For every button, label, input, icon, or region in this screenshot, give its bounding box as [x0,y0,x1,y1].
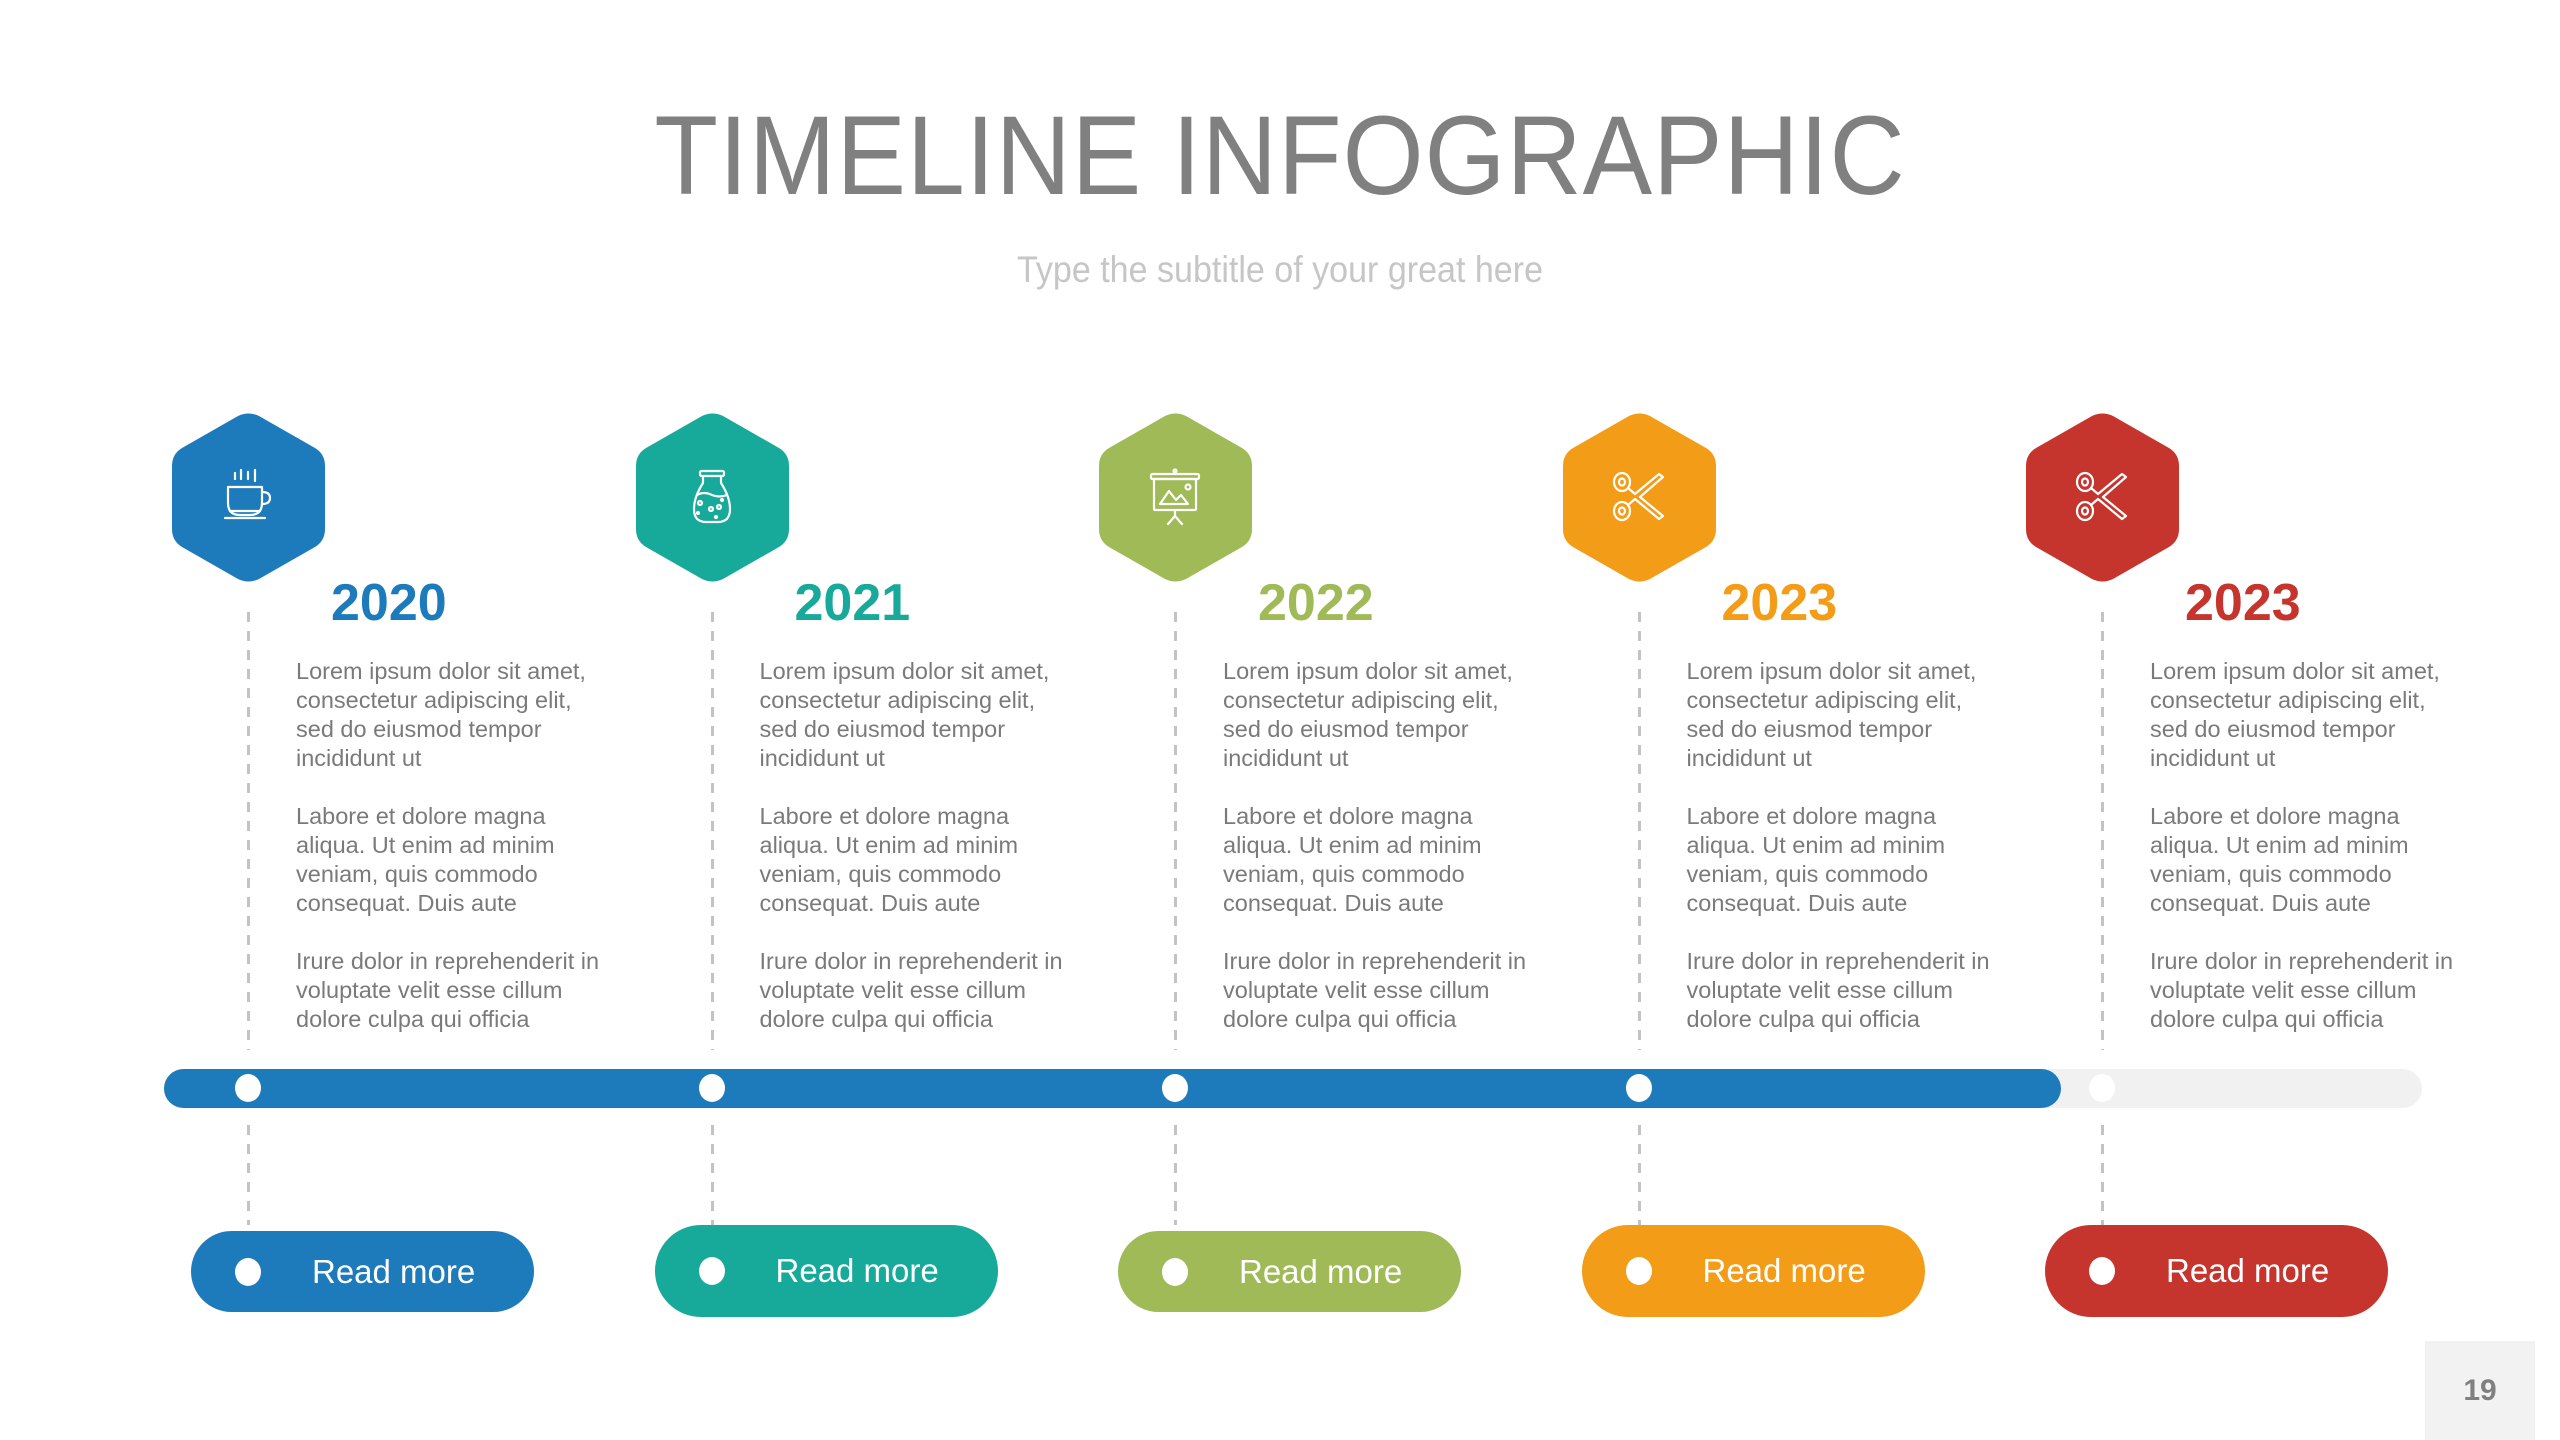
milestone-hexagon [2026,412,2179,583]
timeline-marker-dot [1162,1074,1188,1102]
button-dot-icon [235,1257,261,1286]
potion-flask-icon [682,467,742,527]
milestone-description: Lorem ipsum dolor sit amet, consectetur … [1687,657,2027,1063]
description-paragraph: Irure dolor in reprehenderit in voluptat… [2150,948,2454,1032]
dashed-connector [247,612,250,1050]
description-paragraph: Labore et dolore magna aliqua. Ut enim a… [2150,803,2409,916]
dashed-connector [710,612,714,1050]
description-paragraph: Irure dolor in reprehenderit in voluptat… [759,948,1063,1032]
milestone-hexagon [635,412,789,583]
description-paragraph: Labore et dolore magna aliqua. Ut enim a… [296,803,555,916]
button-dot-icon [1625,1257,1652,1285]
read-more-label: Read more [312,1252,476,1290]
description-paragraph: Lorem ipsum dolor sit amet, consectetur … [1686,658,1977,771]
dashed-connector [247,1125,250,1225]
button-dot-icon [1162,1257,1188,1286]
milestone-4: 2023 Lorem ipsum dolor sit amet, consecte… [1562,0,1990,1440]
milestone-3: 2022 Lorem ipsum dolor sit amet, consecte… [1099,0,1526,1440]
description-paragraph: Irure dolor in reprehenderit in voluptat… [1223,948,1527,1032]
dashed-connector [2101,1125,2104,1225]
description-paragraph: Lorem ipsum dolor sit amet, consectetur … [1223,658,1513,771]
read-more-button[interactable]: Read more [191,1231,534,1312]
description-paragraph: Irure dolor in reprehenderit in voluptat… [1686,948,1990,1032]
milestone-year: 2022 [1258,574,1374,632]
milestone-description: Lorem ipsum dolor sit amet, consectetur … [1223,657,1563,1063]
timeline-marker-dot [2089,1074,2115,1102]
scissors-icon [1609,467,1669,527]
description-paragraph: Lorem ipsum dolor sit amet, consectetur … [296,658,586,771]
timeline-marker-dot [698,1074,725,1102]
milestone-description: Lorem ipsum dolor sit amet, consectetur … [760,657,1100,1063]
description-paragraph: Lorem ipsum dolor sit amet, consectetur … [2150,658,2440,771]
description-paragraph: Labore et dolore magna aliqua. Ut enim a… [1686,803,1946,916]
description-paragraph: Lorem ipsum dolor sit amet, consectetur … [759,658,1050,771]
slide-subtitle: Type the subtitle of your great here [1016,249,1544,290]
scissors-icon [2072,467,2132,527]
page-number: 19 [2425,1341,2535,1440]
dashed-connector [2101,612,2104,1050]
milestone-year: 2023 [2185,574,2301,632]
description-paragraph: Labore et dolore magna aliqua. Ut enim a… [759,803,1019,916]
read-more-label: Read more [2166,1252,2330,1289]
read-more-button[interactable]: Read more [1118,1231,1461,1312]
milestone-hexagon [172,412,325,583]
timeline-progress-fill [164,1069,2061,1108]
slide-title: TIMELINE INFOGRAPHIC [654,93,1906,218]
read-more-button[interactable]: Read more [2045,1225,2388,1317]
description-paragraph: Labore et dolore magna aliqua. Ut enim a… [1223,803,1482,916]
milestone-2: 2021 Lorem ipsum dolor sit amet, consecte… [635,0,1063,1440]
milestone-description: Lorem ipsum dolor sit amet, consectetur … [2150,657,2490,1063]
dashed-connector [1174,1125,1177,1225]
milestone-hexagon [1099,412,1252,583]
dashed-connector [710,1125,714,1225]
button-dot-icon [698,1257,725,1285]
read-more-button[interactable]: Read more [654,1225,998,1317]
milestone-1: 2020 Lorem ipsum dolor sit amet, consecte… [172,0,599,1440]
presentation-board-icon [1145,467,1205,527]
dashed-connector [1637,612,1641,1050]
milestone-year: 2021 [794,574,911,632]
milestone-description: Lorem ipsum dolor sit amet, consectetur … [296,657,636,1063]
dashed-connector [1637,1125,1641,1225]
dashed-connector [1174,612,1177,1050]
milestone-hexagon [1562,412,1716,583]
milestone-year: 2020 [331,574,447,632]
button-dot-icon [2089,1257,2115,1285]
read-more-label: Read more [775,1252,939,1289]
read-more-label: Read more [1702,1252,1866,1289]
timeline-marker-dot [1625,1074,1652,1102]
description-paragraph: Irure dolor in reprehenderit in voluptat… [296,948,600,1032]
coffee-cup-icon [218,467,278,527]
timeline-marker-dot [235,1074,261,1102]
milestone-year: 2023 [1721,574,1838,632]
read-more-label: Read more [1239,1252,1403,1290]
milestone-5: 2023 Lorem ipsum dolor sit amet, consecte… [2026,0,2453,1440]
read-more-button[interactable]: Read more [1581,1225,1925,1317]
